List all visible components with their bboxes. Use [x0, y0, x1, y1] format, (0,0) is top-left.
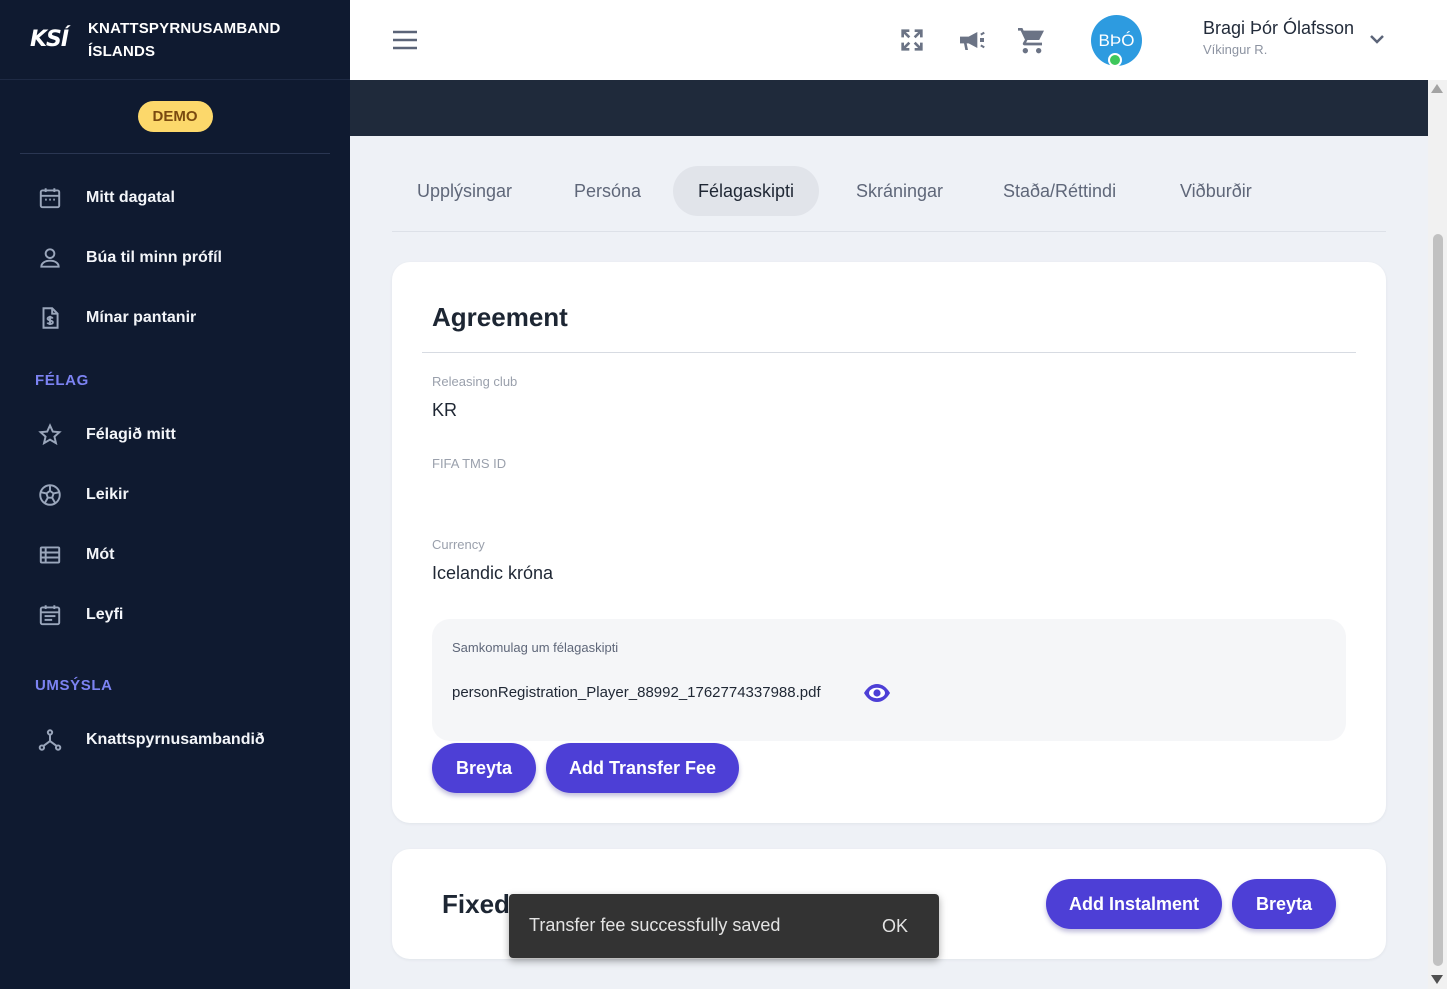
- sidebar: KSÍ KNATTSPYRNUSAMBAND ÍSLANDS DEMO Mitt…: [0, 0, 350, 989]
- brand[interactable]: KSÍ KNATTSPYRNUSAMBAND ÍSLANDS: [0, 0, 350, 80]
- tab-bar: Upplýsingar Persóna Félagaskipti Skránin…: [392, 166, 1386, 232]
- document-filename: personRegistration_Player_88992_17627743…: [452, 684, 821, 701]
- currency-label: Currency: [432, 537, 485, 552]
- ksi-logo: KSÍ: [30, 27, 69, 52]
- sidebar-item-licenses[interactable]: Leyfi: [0, 585, 350, 645]
- sidebar-item-federation[interactable]: Knattspyrnusambandið: [0, 710, 350, 770]
- sidebar-item-label: Knattspyrnusambandið: [86, 731, 265, 748]
- edit-agreement-button[interactable]: Breyta: [432, 743, 536, 793]
- add-instalment-button[interactable]: Add Instalment: [1046, 879, 1222, 929]
- sidebar-item-profile[interactable]: Búa til minn prófíl: [0, 228, 350, 288]
- demo-wrap: DEMO: [20, 80, 330, 154]
- snackbar: Transfer fee successfully saved OK: [509, 894, 939, 958]
- scroll-down-arrow-icon[interactable]: [1431, 975, 1443, 984]
- chevron-down-icon[interactable]: [1366, 28, 1388, 50]
- cart-icon[interactable]: [1016, 24, 1048, 56]
- brand-name-line1: KNATTSPYRNUSAMBAND: [88, 19, 281, 37]
- tab-skraningar[interactable]: Skráningar: [831, 166, 968, 216]
- sidebar-item-orders[interactable]: Mínar pantanir: [0, 288, 350, 348]
- agreement-card: Agreement Releasing club KR FIFA TMS ID …: [392, 262, 1386, 823]
- person-icon: [36, 244, 64, 272]
- eye-icon[interactable]: [862, 680, 892, 706]
- sidebar-item-label: Búa til minn prófíl: [86, 249, 222, 266]
- sidebar-item-label: Leikir: [86, 486, 129, 503]
- list-icon: [36, 541, 64, 569]
- user-name[interactable]: Bragi Þór Ólafsson: [1203, 18, 1354, 39]
- fullscreen-icon[interactable]: [896, 24, 928, 56]
- add-transfer-fee-button[interactable]: Add Transfer Fee: [546, 743, 739, 793]
- online-status-dot: [1108, 53, 1122, 67]
- tab-vidburdir[interactable]: Viðburðir: [1155, 166, 1277, 216]
- tab-felagaskipti[interactable]: Félagaskipti: [673, 166, 820, 216]
- brand-name: KNATTSPYRNUSAMBAND ÍSLANDS: [88, 17, 280, 63]
- sidebar-item-label: Félagið mitt: [86, 426, 176, 443]
- currency-value: Icelandic króna: [432, 563, 554, 583]
- brand-name-line2: ÍSLANDS: [88, 42, 156, 60]
- tab-stada-rettindi[interactable]: Staða/Réttindi: [978, 166, 1141, 216]
- releasing-club-value: KR: [432, 400, 458, 420]
- tab-upplysingar[interactable]: Upplýsingar: [392, 166, 537, 216]
- section-title-umsysla: UMSÝSLA: [35, 676, 113, 694]
- invoice-icon: [36, 304, 64, 332]
- event-note-icon: [36, 601, 64, 629]
- sidebar-item-tournaments[interactable]: Mót: [0, 525, 350, 585]
- sidebar-item-label: Leyfi: [86, 606, 124, 623]
- section-title-felag: FÉLAG: [35, 371, 89, 389]
- soccer-ball-icon: [36, 481, 64, 509]
- document-label: Samkomulag um félagaskipti: [452, 640, 619, 655]
- page-banner: [350, 80, 1428, 136]
- tab-persona[interactable]: Persóna: [549, 166, 666, 216]
- sidebar-item-label: Mót: [86, 546, 115, 563]
- megaphone-icon[interactable]: [956, 24, 988, 56]
- fifa-tms-id-label: FIFA TMS ID: [432, 456, 507, 471]
- sidebar-item-my-club[interactable]: Félagið mitt: [0, 405, 350, 465]
- snackbar-ok-button[interactable]: OK: [869, 906, 921, 946]
- releasing-club-label: Releasing club: [432, 374, 518, 389]
- hub-icon: [36, 726, 64, 754]
- sidebar-item-label: Mínar pantanir: [86, 309, 197, 326]
- calendar-icon: [36, 184, 64, 212]
- top-header: BÞÓ Bragi Þór Ólafsson Víkingur R.: [350, 0, 1447, 80]
- fixed-title: Fixed: [442, 889, 510, 919]
- agreement-document-box: Samkomulag um félagaskipti personRegistr…: [432, 619, 1346, 741]
- scrollbar-thumb[interactable]: [1433, 234, 1443, 966]
- scroll-up-arrow-icon[interactable]: [1431, 84, 1443, 93]
- demo-badge: DEMO: [137, 101, 213, 132]
- sidebar-item-label: Mitt dagatal: [86, 189, 175, 206]
- menu-icon[interactable]: [390, 26, 420, 54]
- sidebar-item-matches[interactable]: Leikir: [0, 465, 350, 525]
- edit-fixed-button[interactable]: Breyta: [1232, 879, 1336, 929]
- user-club: Víkingur R.: [1203, 42, 1268, 57]
- star-icon: [36, 421, 64, 449]
- agreement-title: Agreement: [432, 302, 568, 332]
- snackbar-message: Transfer fee successfully saved: [529, 915, 781, 935]
- sidebar-item-calendar[interactable]: Mitt dagatal: [0, 168, 350, 228]
- divider: [422, 352, 1356, 353]
